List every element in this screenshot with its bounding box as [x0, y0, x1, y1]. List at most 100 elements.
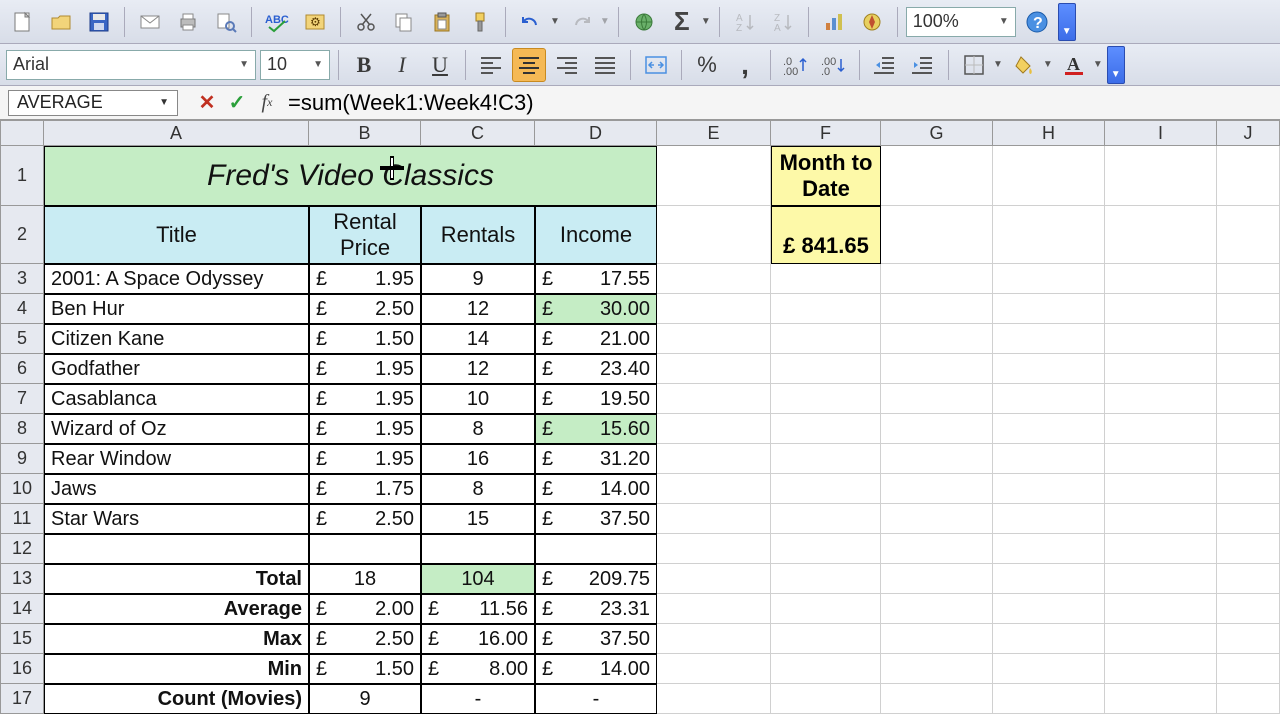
- cell[interactable]: [771, 324, 881, 354]
- worksheet-title[interactable]: Fred's Video Classics: [44, 146, 657, 206]
- cell[interactable]: [44, 534, 309, 564]
- row-header[interactable]: 12: [0, 534, 44, 564]
- summary-label[interactable]: Total: [44, 564, 309, 594]
- sum-icon[interactable]: Σ: [665, 5, 699, 39]
- cell[interactable]: [657, 414, 771, 444]
- summary-b[interactable]: 18: [309, 564, 421, 594]
- movie-price[interactable]: £1.95: [309, 384, 421, 414]
- new-icon[interactable]: [6, 5, 40, 39]
- cell[interactable]: [309, 534, 421, 564]
- cell[interactable]: [881, 384, 993, 414]
- cell[interactable]: [1105, 354, 1217, 384]
- cell[interactable]: [881, 624, 993, 654]
- movie-rentals[interactable]: 9: [421, 264, 535, 294]
- cell[interactable]: [771, 564, 881, 594]
- summary-d[interactable]: £23.31: [535, 594, 657, 624]
- cell[interactable]: [881, 444, 993, 474]
- cell[interactable]: [657, 324, 771, 354]
- cell[interactable]: [1105, 294, 1217, 324]
- cell[interactable]: [993, 294, 1105, 324]
- spellcheck-icon[interactable]: ABC: [260, 5, 294, 39]
- thousands-sep-icon[interactable]: ,: [728, 48, 762, 82]
- cell[interactable]: [771, 444, 881, 474]
- header-price[interactable]: RentalPrice: [309, 206, 421, 264]
- row-header[interactable]: 14: [0, 594, 44, 624]
- cell[interactable]: [535, 534, 657, 564]
- row-header[interactable]: 4: [0, 294, 44, 324]
- summary-c[interactable]: £8.00: [421, 654, 535, 684]
- summary-b[interactable]: 9: [309, 684, 421, 714]
- cell[interactable]: [1217, 594, 1280, 624]
- column-header[interactable]: I: [1105, 120, 1217, 146]
- cell[interactable]: [1105, 146, 1217, 206]
- movie-rentals[interactable]: 15: [421, 504, 535, 534]
- cell[interactable]: [993, 654, 1105, 684]
- cell[interactable]: [881, 654, 993, 684]
- column-header[interactable]: J: [1217, 120, 1280, 146]
- cell[interactable]: [993, 594, 1105, 624]
- cell[interactable]: [1105, 594, 1217, 624]
- row-header[interactable]: 6: [0, 354, 44, 384]
- font-color-icon[interactable]: A: [1057, 48, 1091, 82]
- movie-price[interactable]: £1.50: [309, 324, 421, 354]
- movie-rentals[interactable]: 14: [421, 324, 535, 354]
- cell[interactable]: [1105, 444, 1217, 474]
- movie-price[interactable]: £2.50: [309, 504, 421, 534]
- italic-button[interactable]: I: [385, 48, 419, 82]
- borders-dropdown[interactable]: ▼: [993, 59, 1003, 70]
- cut-icon[interactable]: [349, 5, 383, 39]
- cell[interactable]: [1217, 624, 1280, 654]
- cell[interactable]: [771, 654, 881, 684]
- fill-color-icon[interactable]: [1007, 48, 1041, 82]
- cell[interactable]: [771, 294, 881, 324]
- cell[interactable]: [771, 474, 881, 504]
- cell[interactable]: [771, 534, 881, 564]
- movie-income[interactable]: £17.55: [535, 264, 657, 294]
- font-size-combo[interactable]: 10 ▼: [260, 50, 330, 80]
- movie-income[interactable]: £30.00: [535, 294, 657, 324]
- row-header[interactable]: 13: [0, 564, 44, 594]
- cell[interactable]: [1217, 564, 1280, 594]
- cell[interactable]: [881, 414, 993, 444]
- print-preview-icon[interactable]: [209, 5, 243, 39]
- summary-d[interactable]: £209.75: [535, 564, 657, 594]
- movie-title[interactable]: Rear Window: [44, 444, 309, 474]
- summary-label[interactable]: Average: [44, 594, 309, 624]
- cell[interactable]: [993, 324, 1105, 354]
- hyperlink-icon[interactable]: [627, 5, 661, 39]
- summary-d[interactable]: £37.50: [535, 624, 657, 654]
- autocorrect-icon[interactable]: ⚙: [298, 5, 332, 39]
- column-header[interactable]: C: [421, 120, 535, 146]
- row-header[interactable]: 7: [0, 384, 44, 414]
- cell[interactable]: [993, 564, 1105, 594]
- row-header[interactable]: 2: [0, 206, 44, 264]
- spreadsheet[interactable]: ABCDEFGHIJ 1234567891011121314151617 Fre…: [0, 120, 1280, 720]
- cell[interactable]: [1217, 324, 1280, 354]
- cell[interactable]: [1105, 504, 1217, 534]
- cell[interactable]: [1217, 654, 1280, 684]
- decrease-indent-icon[interactable]: [868, 48, 902, 82]
- cell[interactable]: [1217, 146, 1280, 206]
- cell[interactable]: [1217, 206, 1280, 264]
- cell[interactable]: [881, 294, 993, 324]
- movie-price[interactable]: £1.95: [309, 354, 421, 384]
- summary-d[interactable]: £14.00: [535, 654, 657, 684]
- cell[interactable]: [771, 414, 881, 444]
- cell[interactable]: [657, 264, 771, 294]
- row-header[interactable]: 11: [0, 504, 44, 534]
- cell[interactable]: [993, 444, 1105, 474]
- movie-price[interactable]: £1.95: [309, 444, 421, 474]
- cell[interactable]: [993, 684, 1105, 714]
- cell[interactable]: [881, 564, 993, 594]
- font-color-dropdown[interactable]: ▼: [1093, 59, 1103, 70]
- month-to-date-label[interactable]: Month toDate: [771, 146, 881, 206]
- cell[interactable]: [657, 654, 771, 684]
- cell[interactable]: [881, 324, 993, 354]
- header-title[interactable]: Title: [44, 206, 309, 264]
- cell[interactable]: [881, 264, 993, 294]
- movie-price[interactable]: £1.75: [309, 474, 421, 504]
- row-header[interactable]: 17: [0, 684, 44, 714]
- summary-d[interactable]: -: [535, 684, 657, 714]
- summary-label[interactable]: Count (Movies): [44, 684, 309, 714]
- cell[interactable]: [993, 534, 1105, 564]
